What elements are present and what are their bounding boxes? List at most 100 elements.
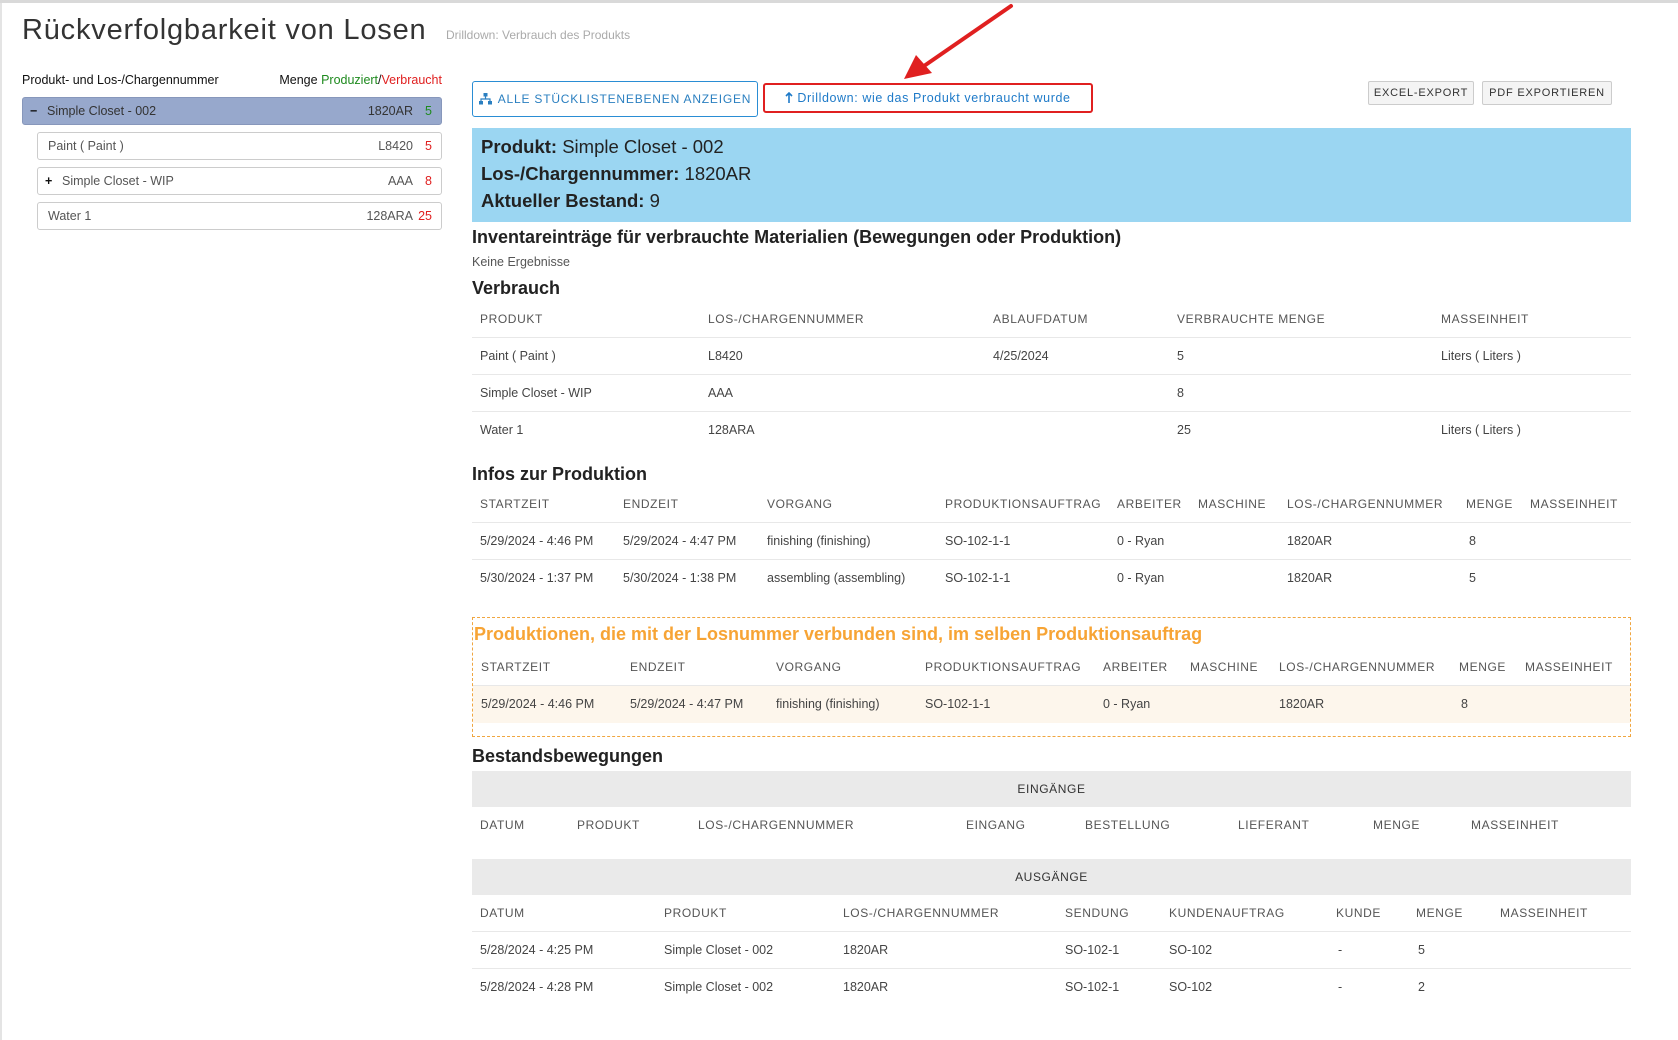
column-header: MASSEINHEIT: [1530, 497, 1618, 511]
outgoing-table: DATUM PRODUKT LOS-/CHARGENNUMMER SENDUNG…: [472, 895, 1631, 1006]
table-row: Simple Closet - WIP AAA 8: [472, 375, 1631, 412]
incoming-band: EINGÄNGE: [472, 771, 1631, 807]
column-header: VORGANG: [776, 660, 842, 674]
table-row: 5/30/2024 - 1:37 PM 5/30/2024 - 1:38 PM …: [472, 560, 1631, 597]
pdf-export-button[interactable]: PDF EXPORTIEREN: [1482, 81, 1612, 105]
no-results-text: Keine Ergebnisse: [472, 255, 570, 269]
tree-item-root[interactable]: − Simple Closet - 002 1820AR 5: [22, 97, 442, 125]
column-header: PRODUKT: [577, 818, 640, 832]
lot-value: 1820AR: [684, 163, 752, 184]
column-header: LOS-/CHARGENNUMMER: [1279, 660, 1436, 674]
column-header: LOS-/CHARGENNUMMER: [708, 312, 865, 326]
column-header: MASSEINHEIT: [1525, 660, 1613, 674]
column-header: MASCHINE: [1190, 660, 1259, 674]
table-cell: assembling (assembling): [767, 571, 906, 585]
tree-header-label: Produkt- und Los-/Chargennummer: [22, 73, 219, 87]
column-header: LOS-/CHARGENNUMMER: [843, 906, 1000, 920]
collapse-icon[interactable]: −: [30, 104, 40, 118]
column-header: STARTZEIT: [481, 660, 551, 674]
table-cell: 8: [1469, 534, 1476, 548]
table-cell: 5/28/2024 - 4:28 PM: [480, 980, 594, 994]
table-cell: 0 - Ryan: [1103, 697, 1151, 711]
page-title: Rückverfolgbarkeit von Losen: [22, 14, 427, 46]
table-row: Paint ( Paint ) L8420 4/25/2024 5 Liters…: [472, 338, 1631, 375]
production-title: Infos zur Produktion: [472, 464, 647, 484]
incoming-band-label: EINGÄNGE: [1017, 782, 1086, 796]
table-cell: -: [1338, 943, 1343, 957]
column-header: PRODUKTIONSAUFTRAG: [945, 497, 1102, 511]
table-cell: SO-102-1: [1065, 980, 1120, 994]
tree-header: Produkt- und Los-/Chargennummer Menge Pr…: [22, 73, 442, 89]
outgoing-band: AUSGÄNGE: [472, 859, 1631, 895]
table-header-row: STARTZEIT ENDZEIT VORGANG PRODUKTIONSAUF…: [473, 649, 1630, 686]
stock-value: 9: [649, 190, 660, 211]
table-cell: 1820AR: [1279, 697, 1325, 711]
column-header: MENGE: [1416, 906, 1464, 920]
tree-item[interactable]: Paint ( Paint ) L8420 5: [37, 132, 442, 160]
production-table: STARTZEIT ENDZEIT VORGANG PRODUKTIONSAUF…: [472, 486, 1631, 597]
tree-item-lot: L8420: [378, 139, 413, 153]
column-header: VERBRAUCHTE MENGE: [1177, 312, 1326, 326]
lot-line: Los-/Chargennummer: 1820AR: [481, 163, 751, 185]
table-cell: -: [1338, 980, 1343, 994]
drilldown-label: Drilldown: wie das Produkt verbraucht wu…: [797, 91, 1071, 105]
table-cell: 1820AR: [1287, 534, 1333, 548]
column-header: PRODUKTIONSAUFTRAG: [925, 660, 1082, 674]
table-cell: 2: [1418, 980, 1425, 994]
product-value: Simple Closet - 002: [562, 136, 724, 157]
column-header: DATUM: [480, 906, 525, 920]
table-cell: L8420: [708, 349, 743, 363]
show-all-label: ALLE STÜCKLISTENEBENEN ANZEIGEN: [497, 92, 752, 106]
table-cell: finishing (finishing): [776, 697, 880, 711]
outgoing-band-label: AUSGÄNGE: [1015, 870, 1088, 884]
excel-export-button[interactable]: EXCEL-EXPORT: [1368, 81, 1474, 105]
table-cell: 5/29/2024 - 4:46 PM: [481, 697, 595, 711]
column-header: ARBEITER: [1103, 660, 1168, 674]
column-header: DATUM: [480, 818, 525, 832]
consumption-table: PRODUKT LOS-/CHARGENNUMMER ABLAUFDATUM V…: [472, 301, 1631, 449]
tree-item-lot: 128ARA: [366, 209, 413, 223]
table-cell: 0 - Ryan: [1117, 534, 1165, 548]
table-cell: 5: [1469, 571, 1476, 585]
table-cell: SO-102-1-1: [945, 571, 1011, 585]
tree-item-name: Water 1: [48, 209, 92, 223]
drilldown-consumption-button[interactable]: Drilldown: wie das Produkt verbraucht wu…: [763, 83, 1093, 113]
table-cell: 8: [1177, 386, 1184, 400]
table-cell: 25: [1177, 423, 1191, 437]
table-cell: 5/29/2024 - 4:47 PM: [630, 697, 744, 711]
related-productions-box: Produktionen, die mit der Losnummer verb…: [472, 617, 1631, 737]
table-cell: SO-102-1: [1065, 943, 1120, 957]
table-cell: 5/28/2024 - 4:25 PM: [480, 943, 594, 957]
top-border: [0, 0, 1678, 3]
table-cell: 1820AR: [843, 943, 889, 957]
tree-item-name: Simple Closet - 002: [47, 104, 157, 118]
column-header: MENGE: [1373, 818, 1421, 832]
related-productions-title: Produktionen, die mit der Losnummer verb…: [474, 624, 1203, 644]
column-header: STARTZEIT: [480, 497, 550, 511]
expand-icon[interactable]: +: [45, 174, 55, 188]
table-cell: 128ARA: [708, 423, 755, 437]
table-cell: SO-102-1-1: [945, 534, 1011, 548]
column-header: MASSEINHEIT: [1500, 906, 1588, 920]
table-header-row: DATUM PRODUKT LOS-/CHARGENNUMMER SENDUNG…: [472, 895, 1631, 932]
table-cell: Simple Closet - WIP: [480, 386, 592, 400]
left-border: [0, 3, 2, 1040]
column-header: SENDUNG: [1065, 906, 1130, 920]
tree-item-lot: 1820AR: [367, 104, 413, 118]
tree-item-qty: 25: [418, 209, 432, 223]
produced-label: Produziert: [321, 73, 379, 87]
column-header: BESTELLUNG: [1085, 818, 1171, 832]
column-header: MASCHINE: [1198, 497, 1267, 511]
show-all-bom-levels-button[interactable]: ALLE STÜCKLISTENEBENEN ANZEIGEN: [472, 81, 758, 117]
sitemap-icon: [478, 93, 492, 105]
table-header-row: DATUM PRODUKT LOS-/CHARGENNUMMER EINGANG…: [472, 807, 1631, 844]
tree-item[interactable]: Water 1 128ARA 25: [37, 202, 442, 230]
table-cell: Liters ( Liters ): [1441, 423, 1521, 437]
product-info-box: Produkt: Simple Closet - 002 Los-/Charge…: [472, 128, 1631, 222]
consumption-title: Verbrauch: [472, 278, 561, 298]
table-cell: finishing (finishing): [767, 534, 871, 548]
table-cell: Simple Closet - 002: [664, 980, 774, 994]
tree-item-qty: 8: [425, 174, 432, 188]
table-cell: 5: [1177, 349, 1184, 363]
tree-item[interactable]: + Simple Closet - WIP AAA 8: [37, 167, 442, 195]
